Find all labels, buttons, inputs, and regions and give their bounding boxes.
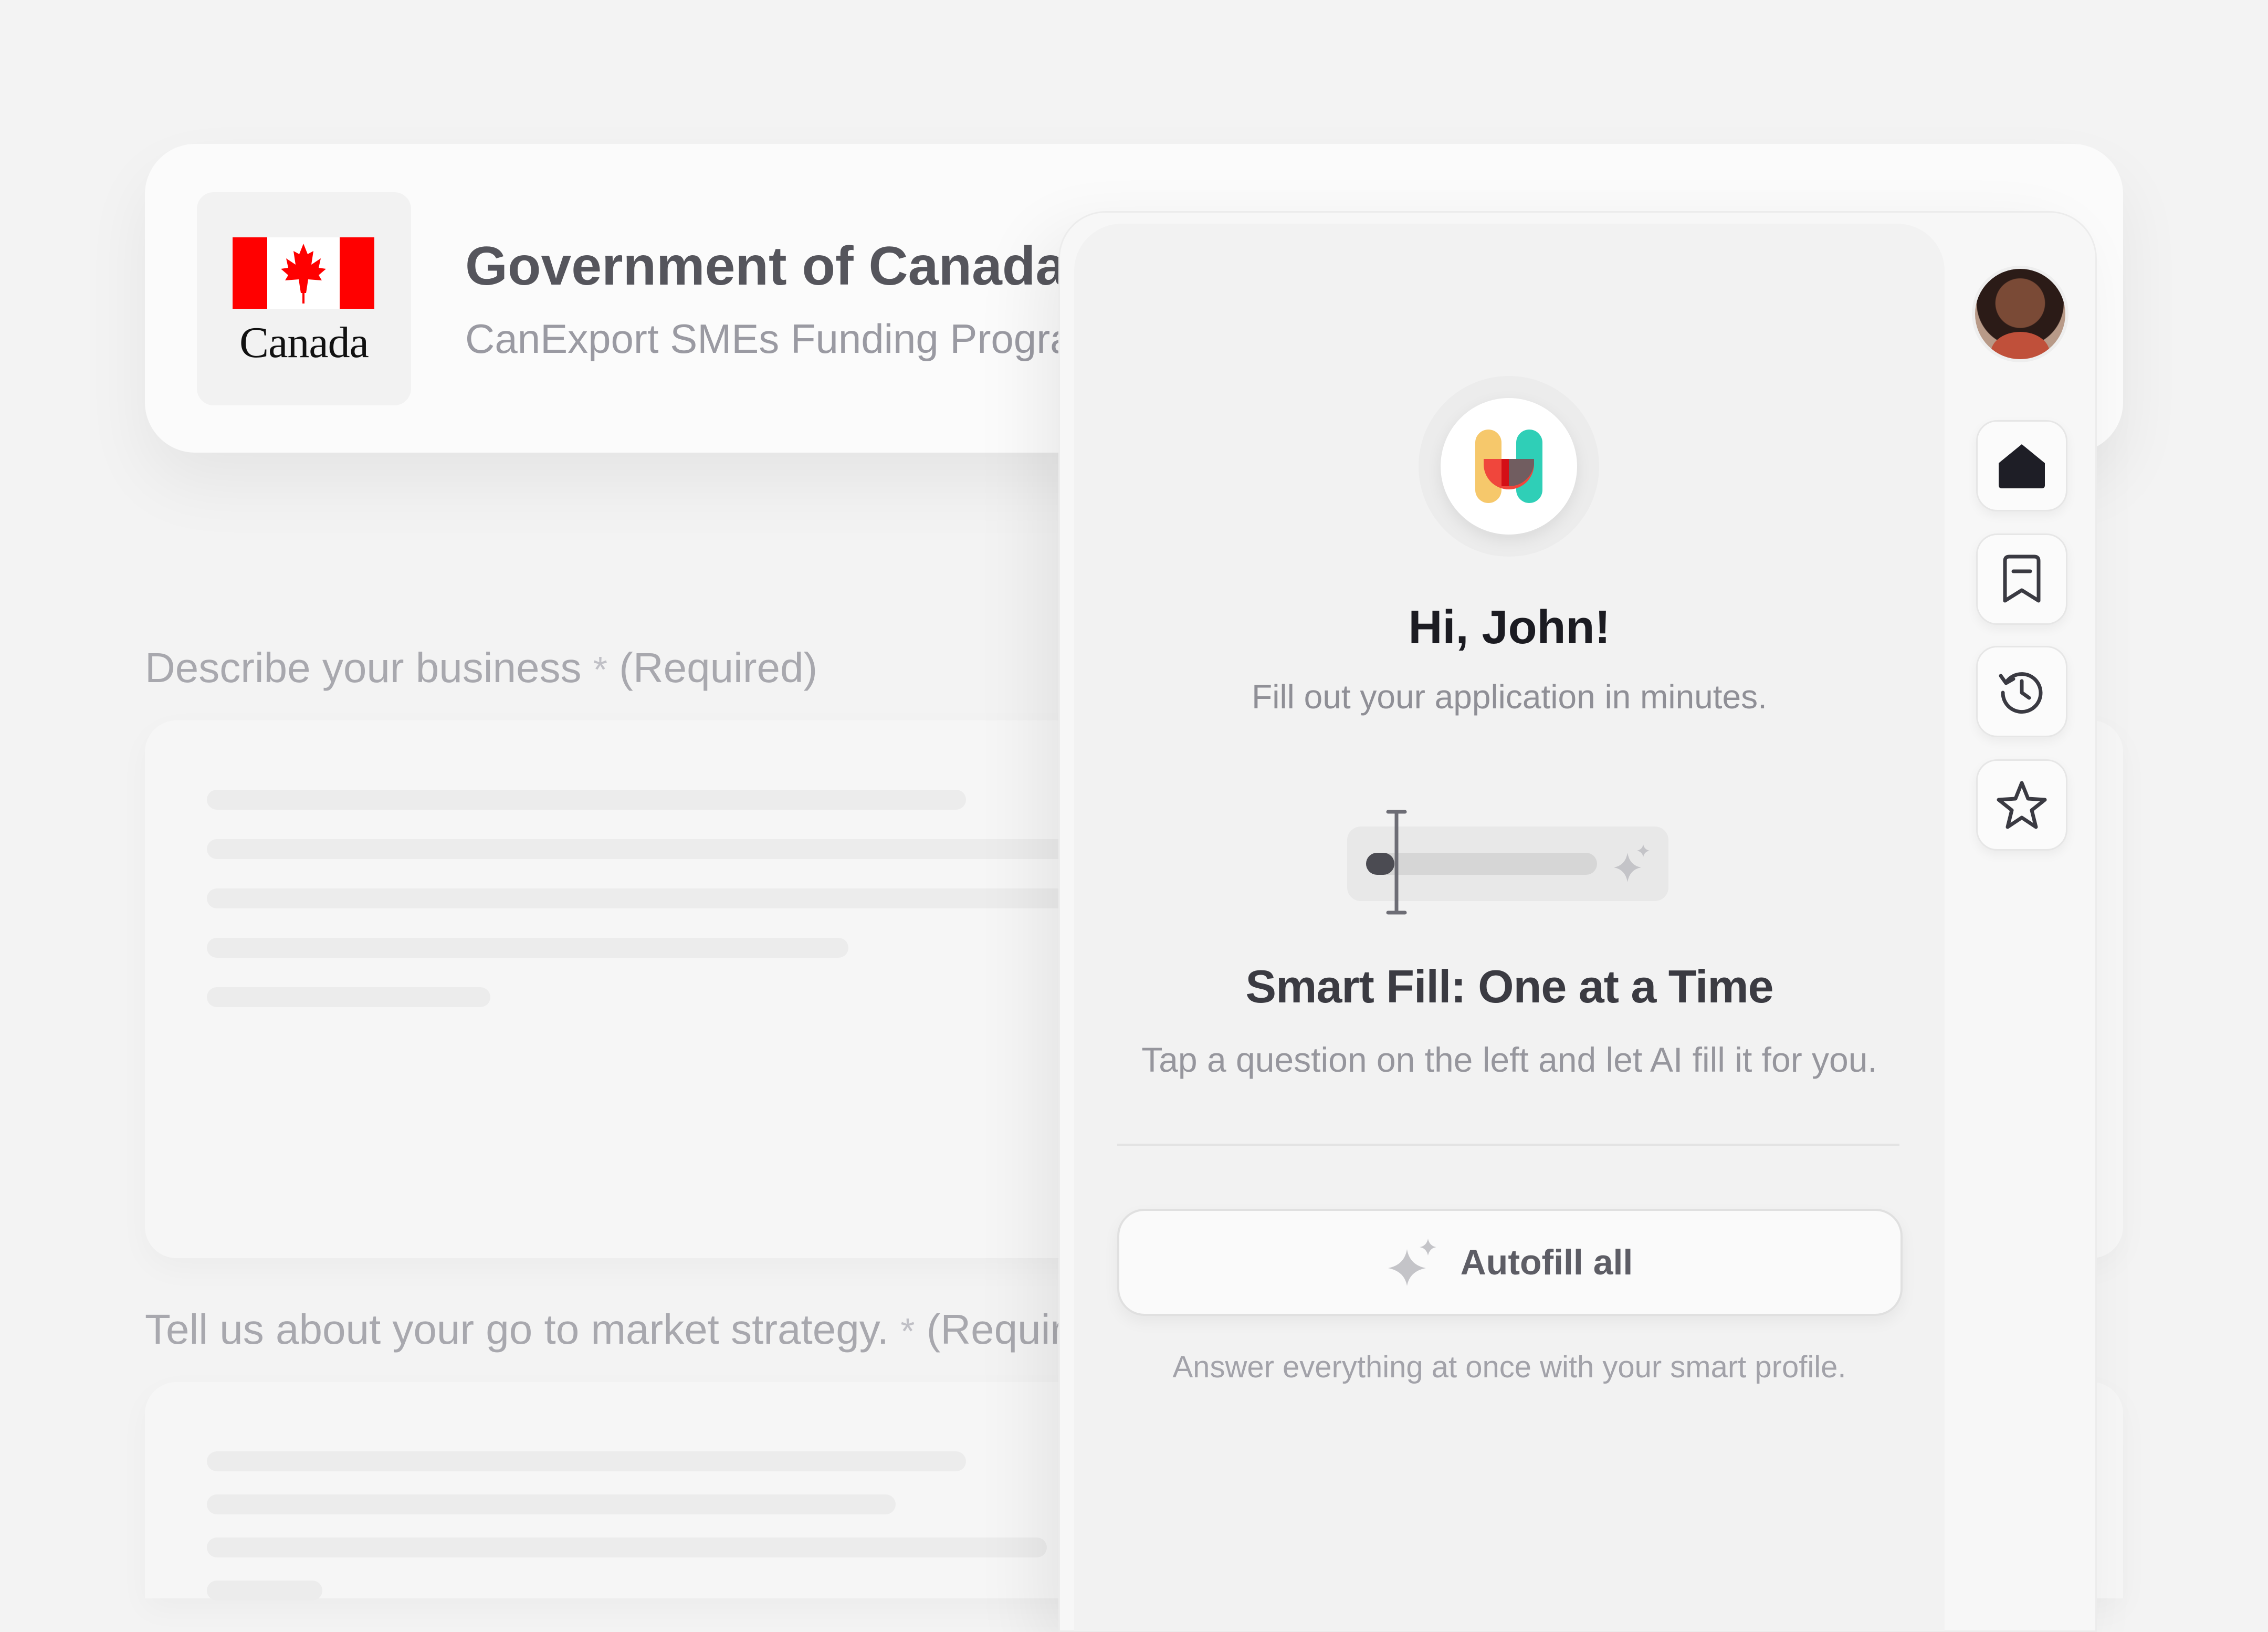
greeting-subtitle: Fill out your application in minutes.	[1252, 678, 1767, 716]
text-placeholder-line	[207, 1537, 1047, 1557]
text-placeholder-line	[207, 888, 1068, 908]
page-title: Government of Canada	[465, 236, 1066, 297]
text-cursor-icon	[1386, 810, 1407, 915]
user-avatar[interactable]	[1975, 269, 2065, 359]
question-label-go-to-market: Tell us about your go to market strategy…	[145, 1306, 1125, 1353]
text-placeholder-line	[207, 790, 966, 810]
history-button[interactable]	[1976, 646, 2067, 737]
autofill-all-button[interactable]: Autofill all	[1117, 1209, 1903, 1316]
divider	[1117, 1144, 1899, 1146]
brand-logo	[1441, 398, 1577, 535]
text-placeholder-line	[207, 1581, 322, 1600]
favorites-button[interactable]	[1976, 759, 2067, 851]
text-placeholder-line	[207, 1494, 896, 1514]
text-placeholder-line	[207, 1451, 966, 1471]
canada-flag-icon	[233, 237, 374, 309]
history-icon	[1999, 672, 2043, 714]
saved-button[interactable]	[1976, 533, 2067, 625]
home-icon	[1999, 444, 2045, 488]
autofill-description: Answer everything at once with your smar…	[1172, 1350, 1846, 1384]
canada-wordmark: Canada	[239, 318, 369, 367]
greeting-title: Hi, John!	[1408, 601, 1611, 654]
autofill-all-label: Autofill all	[1460, 1242, 1633, 1282]
home-button[interactable]	[1976, 420, 2067, 511]
question-label-business: Describe your business * (Required)	[145, 644, 818, 691]
star-icon	[1997, 781, 2047, 829]
smart-fill-description: Tap a question on the left and let AI fi…	[1141, 1040, 1877, 1079]
text-placeholder-line	[207, 987, 490, 1007]
bookmark-icon	[2003, 555, 2041, 603]
smart-fill-title: Smart Fill: One at a Time	[1245, 960, 1773, 1012]
program-subtitle: CanExport SMEs Funding Program	[465, 316, 1107, 362]
sparkle-icon	[1614, 844, 1650, 882]
text-placeholder-line	[207, 938, 848, 958]
sparkle-icon	[1388, 1239, 1436, 1286]
text-placeholder-line	[207, 839, 1068, 859]
required-asterisk: *	[593, 649, 607, 690]
brand-logo-icon	[1475, 430, 1542, 503]
required-asterisk: *	[900, 1311, 915, 1352]
